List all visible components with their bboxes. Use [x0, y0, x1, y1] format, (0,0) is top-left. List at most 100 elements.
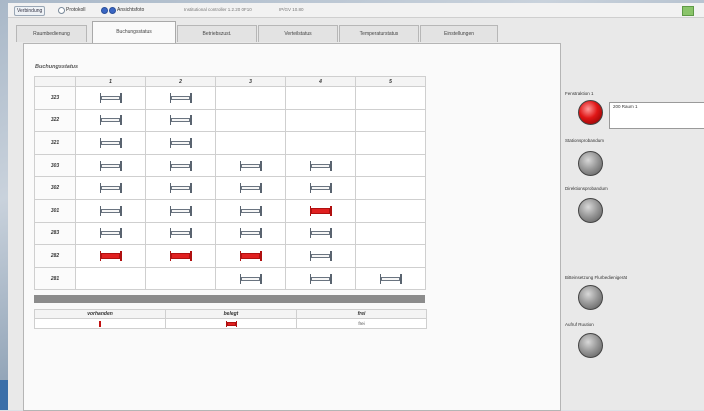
bed-cell: [355, 221, 426, 246]
bed-cell[interactable]: [145, 108, 216, 133]
bed-free-icon: [169, 137, 192, 148]
bed-cell[interactable]: [75, 198, 146, 223]
protocol-radio[interactable]: [58, 7, 65, 14]
bed-cell[interactable]: [75, 244, 146, 268]
legend-header-free: frei: [296, 309, 427, 319]
grid-row: 303: [34, 153, 426, 178]
bed-cell[interactable]: [215, 176, 286, 200]
tab-buchungsstatus[interactable]: Buchungsstatus: [92, 21, 176, 43]
column-header: 3: [215, 76, 286, 87]
bed-cell[interactable]: [215, 198, 286, 223]
bed-cell: [215, 131, 286, 155]
bed-free-icon: [309, 273, 332, 284]
lamp-4-label: Bitteinsetzung Flurbedienigerät: [565, 275, 628, 280]
bed-free-icon: [169, 228, 192, 239]
bed-occupied-icon: [239, 250, 262, 261]
bed-cell[interactable]: [285, 176, 356, 200]
connection-button[interactable]: Verbindung: [14, 6, 46, 16]
bed-cell[interactable]: [75, 176, 146, 200]
taskbar-edge: [0, 380, 8, 410]
column-header: 2: [145, 76, 216, 87]
bed-cell[interactable]: [285, 221, 356, 246]
lamp-4-indicator[interactable]: [578, 285, 603, 310]
bed-cell[interactable]: [285, 266, 356, 291]
bed-cell[interactable]: [285, 198, 356, 223]
bed-cell[interactable]: [145, 153, 216, 178]
overview-label: Ansichtsfoto: [117, 7, 145, 13]
room-number-label: 323: [34, 86, 76, 110]
bed-cell[interactable]: [145, 198, 216, 223]
grid-corner: [34, 76, 76, 87]
bed-cell[interactable]: [285, 153, 356, 178]
legend-header-existing: vorhanden: [34, 309, 166, 319]
grid-row: 321: [34, 131, 426, 155]
bed-free-icon: [239, 160, 262, 171]
tab-raumbedienung[interactable]: Raumbedienung: [16, 25, 87, 42]
bed-free-icon: [239, 205, 262, 216]
version-info: Institutional controller 1.2.20 0F10: [184, 7, 252, 12]
bed-cell: [355, 153, 426, 178]
bed-cell: [285, 108, 356, 133]
bed-cell: [285, 86, 356, 110]
tab-betriebszustand[interactable]: Betriebszust.: [177, 25, 257, 42]
application-window: Verbindung Protokoll Ansichtsfoto Instit…: [8, 3, 704, 411]
room-number-label: 322: [34, 108, 76, 133]
status-icon[interactable]: [682, 6, 694, 16]
legend-free-text: frei: [296, 318, 427, 329]
bed-cell[interactable]: [145, 86, 216, 110]
tab-verteilstatus[interactable]: Verteilstatus: [258, 25, 338, 42]
grid-row: 281: [34, 266, 426, 291]
bed-occupied-icon: [309, 205, 332, 216]
bed-cell[interactable]: [285, 244, 356, 268]
tab-einstellungen[interactable]: Einstellungen: [420, 25, 498, 42]
bed-free-icon: [239, 273, 262, 284]
section-title: Buchungsstatus: [35, 64, 79, 70]
bed-free-icon: [239, 228, 262, 239]
bed-cell[interactable]: [75, 108, 146, 133]
lamp-2-indicator[interactable]: [578, 151, 603, 176]
bed-cell: [285, 131, 356, 155]
bed-cell[interactable]: [215, 266, 286, 291]
column-header: 1: [75, 76, 146, 87]
bed-cell[interactable]: [215, 244, 286, 268]
lamp-1-indicator[interactable]: [578, 100, 603, 125]
bed-cell[interactable]: [145, 244, 216, 268]
bed-cell[interactable]: [75, 131, 146, 155]
protocol-label: Protokoll: [66, 7, 86, 13]
bed-free-icon: [309, 228, 332, 239]
bed-free-icon: [99, 205, 122, 216]
legend-occupied-symbol: [165, 318, 297, 329]
bed-cell[interactable]: [145, 176, 216, 200]
lamp-1-info-box: 200 Raum 1: [609, 102, 704, 129]
bed-free-icon: [99, 183, 122, 194]
bed-cell[interactable]: [75, 221, 146, 246]
bed-cell[interactable]: [355, 266, 426, 291]
bed-cell[interactable]: [75, 86, 146, 110]
bed-free-icon: [309, 250, 332, 261]
separator-bar: [34, 295, 425, 303]
grid-row: 302: [34, 176, 426, 200]
grid-row: 283: [34, 221, 426, 246]
lamp-5-indicator[interactable]: [578, 333, 603, 358]
bed-cell: [355, 86, 426, 110]
overview-radio[interactable]: [101, 7, 108, 14]
bed-cell[interactable]: [145, 221, 216, 246]
tab-temperaturstatus[interactable]: Temperaturstatus: [339, 25, 419, 42]
booking-grid: 1 2 3 4 5 323 322 321 303 302 301 283 282 281: [34, 76, 426, 291]
bed-cell[interactable]: [215, 221, 286, 246]
bed-free-icon: [99, 137, 122, 148]
legend-table: vorhanden belegt frei frei: [34, 309, 427, 329]
bed-cell: [75, 266, 146, 291]
bed-cell: [215, 86, 286, 110]
bed-free-icon: [239, 183, 262, 194]
lamp-5-label: Aufruf Ruution: [565, 322, 594, 327]
bed-cell[interactable]: [215, 153, 286, 178]
bed-cell[interactable]: [145, 131, 216, 155]
bed-cell: [355, 176, 426, 200]
bed-free-icon: [99, 160, 122, 171]
bed-cell: [355, 198, 426, 223]
room-number-label: 301: [34, 198, 76, 223]
bed-cell[interactable]: [75, 153, 146, 178]
lamp-3-indicator[interactable]: [578, 198, 603, 223]
lamp-3-label: Direktionsprobandum: [565, 186, 608, 191]
